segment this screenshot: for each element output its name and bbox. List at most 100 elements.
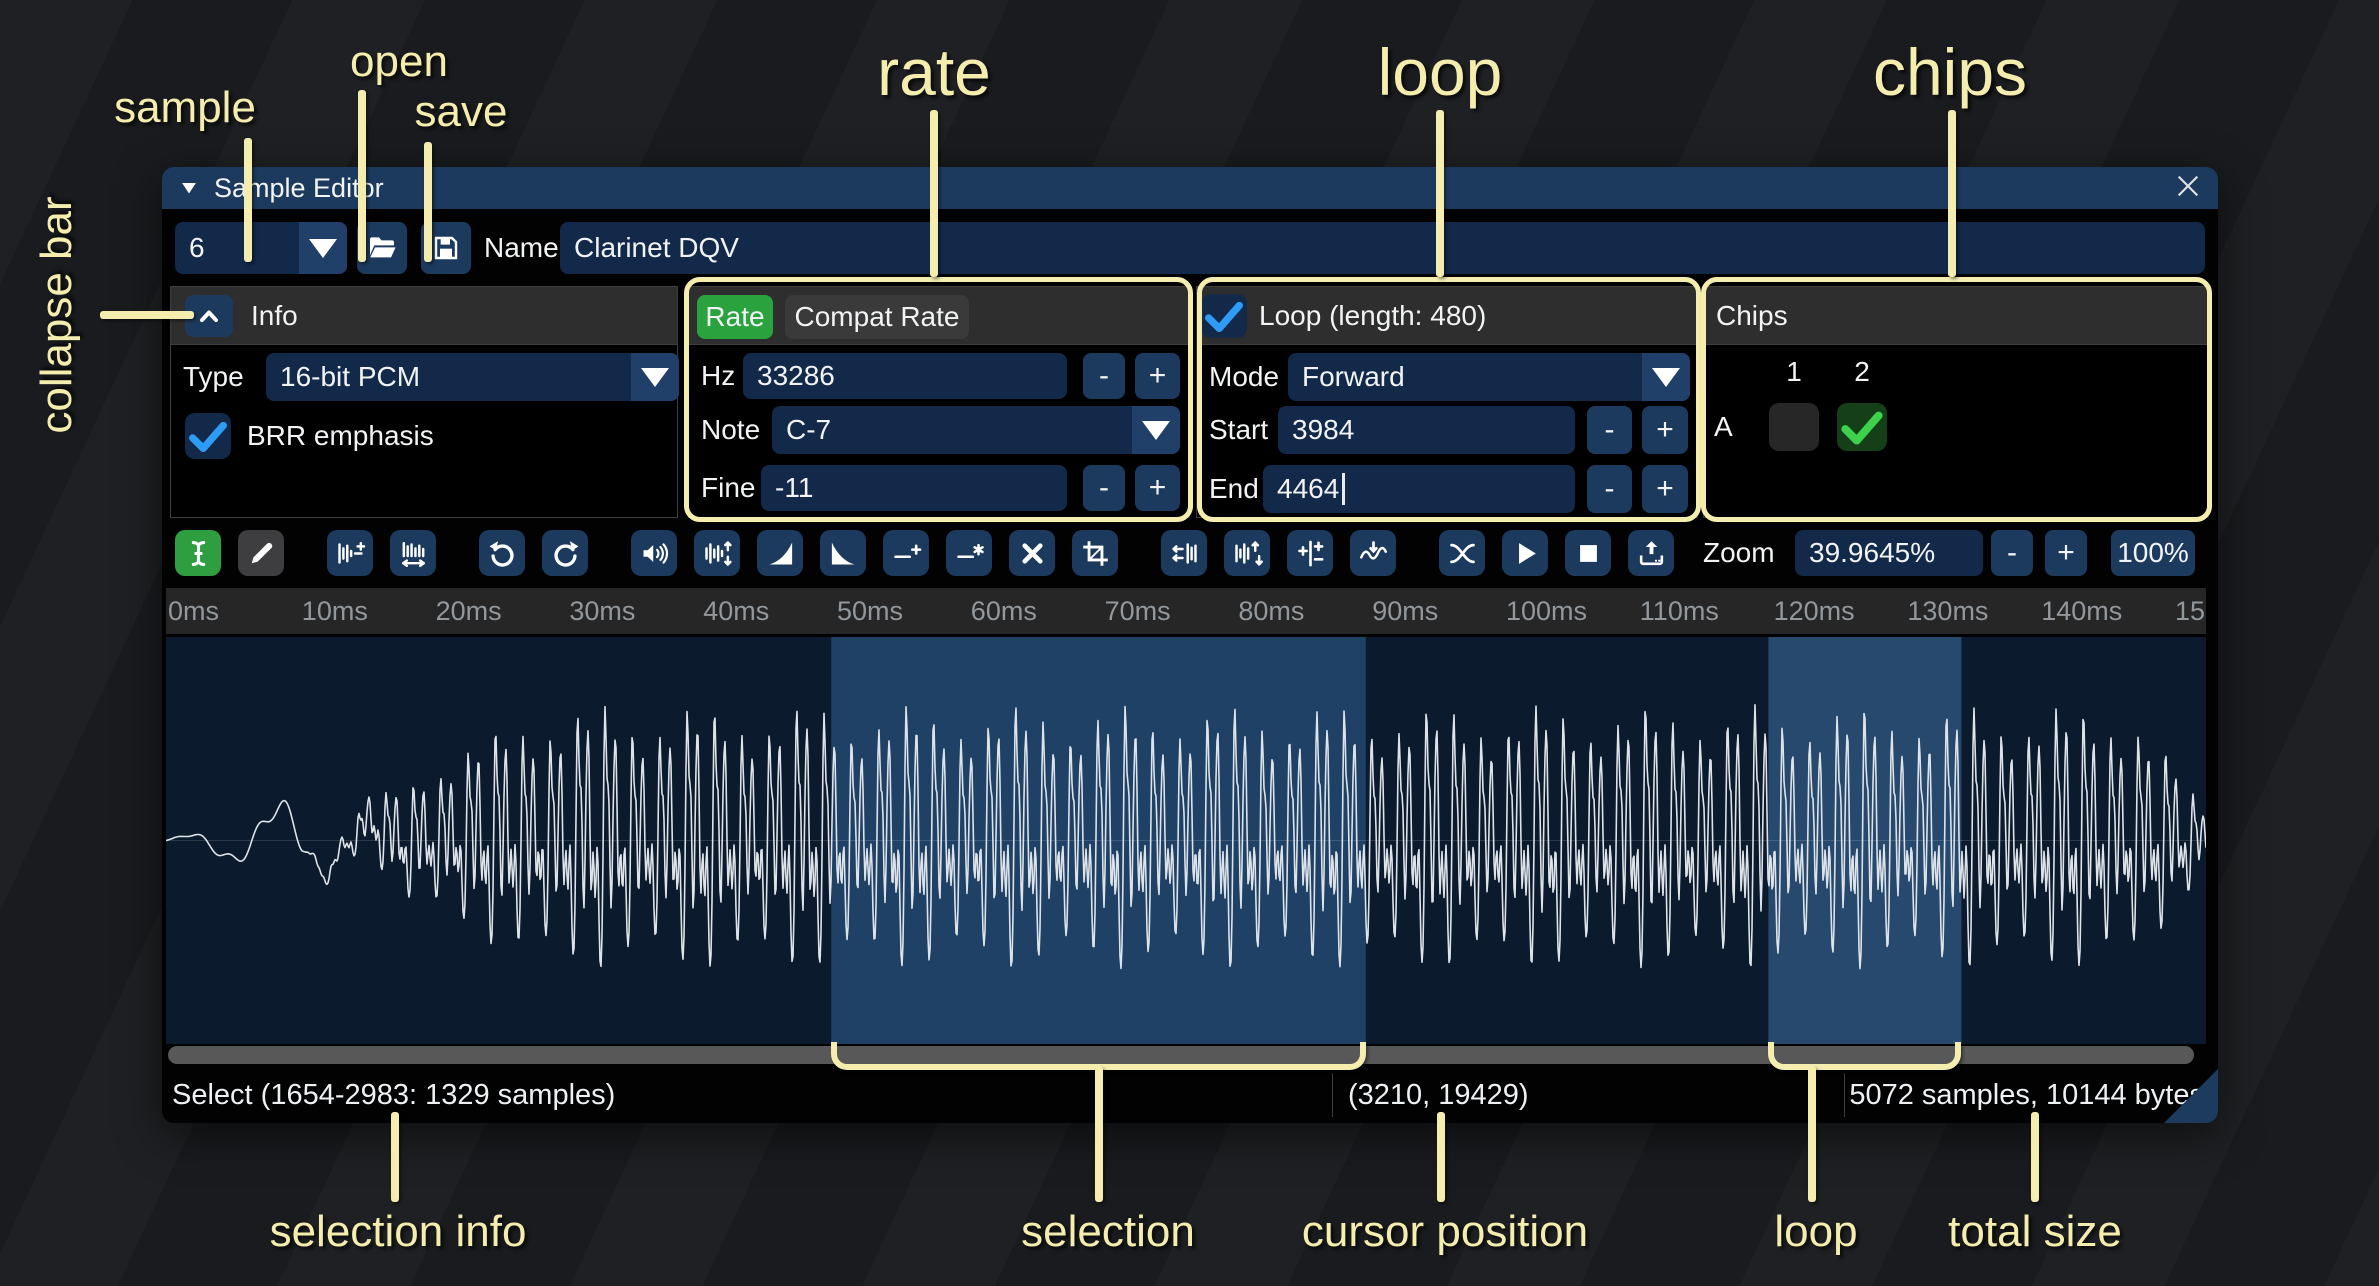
waveform-display[interactable] <box>166 637 2206 1044</box>
trim-icon <box>1080 538 1111 569</box>
sample-number-select[interactable]: 6 <box>175 222 347 274</box>
ruler-tick: 100ms <box>1506 588 1587 634</box>
toolbar-button-resize[interactable] <box>327 530 373 576</box>
chips-panel-header: Chips <box>1704 287 2208 345</box>
toolbar-button-resample[interactable] <box>390 530 436 576</box>
normalize-icon <box>702 538 733 569</box>
collapse-bar-button[interactable] <box>185 295 233 337</box>
zoom-label: Zoom <box>1703 530 1775 576</box>
compat-rate-button[interactable]: Compat Rate <box>785 295 969 339</box>
zoom-value-input[interactable]: 39.9645% <box>1795 530 1983 576</box>
invert-icon <box>1232 538 1263 569</box>
loop-start-input[interactable]: 3984 <box>1278 406 1575 454</box>
crossfade-icon <box>1447 538 1478 569</box>
toolbar-button-stop-preview[interactable] <box>1565 530 1611 576</box>
toolbar-button-trim[interactable] <box>1072 530 1118 576</box>
annotation-loop-label: loop <box>1378 34 1503 110</box>
loop-end-minus-button[interactable]: - <box>1587 465 1632 513</box>
toolbar-button-select[interactable] <box>175 530 221 576</box>
toolbar-button-apply-silence[interactable] <box>946 530 992 576</box>
toolbar-button-invert[interactable] <box>1224 530 1270 576</box>
ruler-tick: 140ms <box>2041 588 2122 634</box>
ruler-tick: 120ms <box>1774 588 1855 634</box>
chevron-down-icon[interactable] <box>299 222 347 274</box>
loop-end-plus-button[interactable]: + <box>1642 465 1688 513</box>
fine-minus-button[interactable]: - <box>1083 465 1125 511</box>
toolbar-button-insert-silence[interactable] <box>883 530 929 576</box>
loop-enable-checkbox[interactable] <box>1201 294 1247 338</box>
loop-start-minus-button[interactable]: - <box>1587 406 1632 454</box>
fine-label: Fine <box>701 465 755 511</box>
type-value: 16-bit PCM <box>280 361 420 393</box>
name-label: Name <box>484 222 559 274</box>
ruler-tick: 60ms <box>971 588 1037 634</box>
window-collapse-icon[interactable] <box>178 177 200 199</box>
loop-start-plus-button[interactable]: + <box>1642 406 1688 454</box>
sample-editor-window: Sample Editor 6 Name Clarinet DQV Info <box>162 167 2218 1123</box>
chevron-down-icon[interactable] <box>1132 406 1180 454</box>
loop-end-input[interactable]: 4464 <box>1263 465 1575 513</box>
amplify-icon <box>639 538 670 569</box>
resize-grip[interactable] <box>2162 1067 2218 1123</box>
sample-name-input[interactable]: Clarinet DQV <box>560 222 2205 274</box>
toolbar-button-reverse[interactable] <box>1161 530 1207 576</box>
loop-start-label: Start <box>1209 406 1268 454</box>
cursor-position-text: (3210, 19429) <box>1348 1067 1529 1123</box>
scrollbar-thumb[interactable] <box>168 1046 2194 1064</box>
toolbar-button-draw[interactable] <box>238 530 284 576</box>
brr-emphasis-checkbox[interactable] <box>185 413 231 459</box>
time-ruler[interactable]: 0ms10ms20ms30ms40ms50ms60ms70ms80ms90ms1… <box>166 588 2206 634</box>
toolbar-button-undo[interactable] <box>479 530 525 576</box>
text-caret <box>1342 473 1345 505</box>
info-panel-title: Info <box>251 287 298 344</box>
chip-column-1-label: 1 <box>1769 355 1819 389</box>
chevron-down-icon[interactable] <box>1642 353 1690 401</box>
ruler-tick: 10ms <box>302 588 368 634</box>
hz-plus-button[interactable]: + <box>1135 353 1180 399</box>
upload-icon <box>1636 538 1667 569</box>
fine-plus-button[interactable]: + <box>1135 465 1180 511</box>
toolbar-button-crossfade[interactable] <box>1439 530 1485 576</box>
hz-minus-button[interactable]: - <box>1083 353 1125 399</box>
toolbar-button-preview[interactable] <box>1502 530 1548 576</box>
hz-label: Hz <box>701 353 735 399</box>
ruler-tick: 70ms <box>1105 588 1171 634</box>
zoom-in-button[interactable]: + <box>2045 530 2087 576</box>
type-label: Type <box>183 353 244 401</box>
toolbar-button-fade-in[interactable] <box>757 530 803 576</box>
ruler-tick: 110ms <box>1640 588 1719 634</box>
annotation-rate-label: rate <box>877 34 991 110</box>
check-icon <box>1837 402 1887 452</box>
waveform-scrollbar[interactable] <box>166 1046 2206 1064</box>
selection-info-text: Select (1654-2983: 1329 samples) <box>172 1067 615 1123</box>
toolbar-button-amplify[interactable] <box>631 530 677 576</box>
ruler-tick: 30ms <box>569 588 635 634</box>
loop-mode-value: Forward <box>1302 361 1405 393</box>
window-titlebar[interactable]: Sample Editor <box>162 167 2218 209</box>
type-select[interactable]: 16-bit PCM <box>266 353 679 401</box>
chevron-down-icon[interactable] <box>631 353 679 401</box>
chip-1-checkbox[interactable] <box>1769 403 1819 451</box>
toolbar-button-signed-unsigned[interactable] <box>1287 530 1333 576</box>
toolbar-button-normalize[interactable] <box>694 530 740 576</box>
toolbar-button-redo[interactable] <box>542 530 588 576</box>
toolbar-button-fade-out[interactable] <box>820 530 866 576</box>
ruler-tick: 150ms <box>2175 588 2206 634</box>
hz-input[interactable]: 33286 <box>743 353 1067 399</box>
zoom-out-button[interactable]: - <box>1991 530 2033 576</box>
rate-panel: Rate Compat Rate Hz 33286 - + Note C-7 F… <box>688 286 1190 518</box>
toolbar-button-filter[interactable] <box>1350 530 1396 576</box>
note-select[interactable]: C-7 <box>772 406 1180 454</box>
open-sample-button[interactable] <box>357 222 407 274</box>
note-value: C-7 <box>786 414 831 446</box>
fine-input[interactable]: -11 <box>761 465 1067 511</box>
close-button[interactable] <box>2172 172 2204 204</box>
save-sample-button[interactable] <box>421 222 471 274</box>
rate-mode-button[interactable]: Rate <box>697 295 773 339</box>
toolbar-button-delete[interactable] <box>1009 530 1055 576</box>
toolbar-button-upload[interactable] <box>1628 530 1674 576</box>
delete-icon <box>1017 538 1048 569</box>
chip-2-checkbox[interactable] <box>1837 403 1887 451</box>
zoom-reset-button[interactable]: 100% <box>2111 530 2195 576</box>
loop-mode-select[interactable]: Forward <box>1288 353 1690 401</box>
